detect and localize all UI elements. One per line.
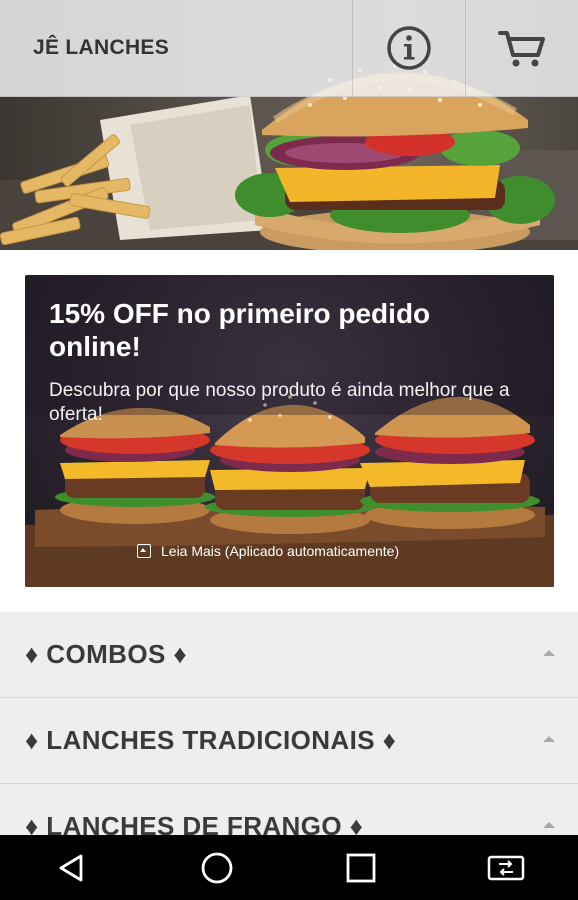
promo-card[interactable]: 15% OFF no primeiro pedido online! Descu… [25, 275, 554, 587]
chevron-up-icon [543, 822, 555, 828]
chevron-up-icon [543, 736, 555, 742]
screen-rotate-icon [487, 855, 524, 880]
category-label: ♦ COMBOS ♦ [25, 639, 187, 669]
expand-up-icon [137, 544, 151, 558]
home-icon [201, 852, 233, 883]
info-button[interactable] [352, 0, 465, 96]
app-title: JÊ LANCHES [33, 36, 170, 59]
category-lanches-tradicionais[interactable]: ♦ LANCHES TRADICIONAIS ♦ [0, 698, 578, 784]
info-icon [387, 26, 431, 70]
back-icon [59, 854, 83, 881]
category-combos[interactable]: ♦ COMBOS ♦ [0, 612, 578, 698]
category-list: ♦ COMBOS ♦ ♦ LANCHES TRADICIONAIS ♦ ♦ LA… [0, 612, 578, 870]
back-button[interactable] [40, 836, 104, 900]
promo-title: 15% OFF no primeiro pedido online! [49, 298, 431, 362]
recents-button[interactable] [329, 836, 393, 900]
app-header: JÊ LANCHES [0, 0, 578, 97]
read-more-link[interactable]: Leia Mais (Aplicado automaticamente) [137, 543, 399, 559]
screen-rotate-button[interactable] [474, 836, 538, 900]
cart-icon [498, 31, 545, 67]
promo-subtitle: Descubra por que nosso produto é ainda m… [49, 380, 510, 425]
category-label: ♦ LANCHES TRADICIONAIS ♦ [25, 725, 397, 755]
chevron-up-icon [543, 650, 555, 656]
system-navigation-bar [0, 835, 578, 900]
cart-button[interactable] [465, 0, 578, 96]
home-button[interactable] [185, 836, 249, 900]
recents-icon [346, 853, 376, 882]
read-more-label: Leia Mais (Aplicado automaticamente) [161, 543, 400, 559]
